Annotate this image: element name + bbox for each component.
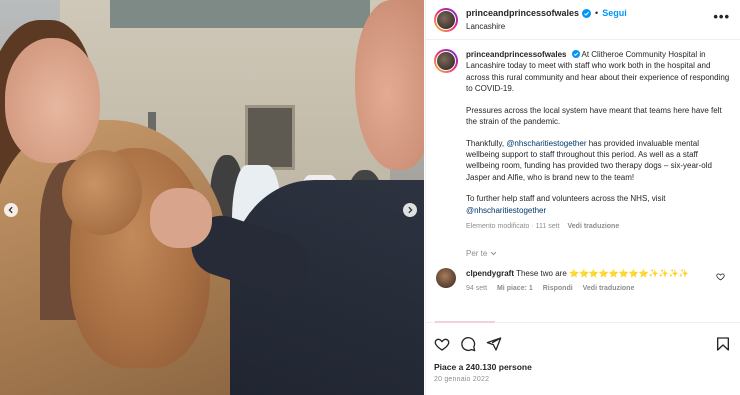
- post-date[interactable]: 20 gennaio 2022: [434, 376, 733, 383]
- post-actions: Piace a 240.130 persone 20 gennaio 2022: [426, 322, 740, 383]
- caption-paragraph-3-start: Thankfully,: [466, 138, 507, 148]
- commenter-username[interactable]: clpendygraft: [466, 269, 514, 278]
- photo-man-hand: [150, 188, 212, 248]
- carousel-prev-button[interactable]: [4, 203, 18, 217]
- caption-author-avatar[interactable]: [434, 49, 458, 73]
- reply-button[interactable]: Rispondi: [543, 285, 573, 292]
- caption-meta: Elemento modificato · 111 sett Vedi trad…: [466, 221, 731, 232]
- caption-username[interactable]: princeandprincessofwales: [466, 50, 566, 59]
- post-header: princeandprincessofwales • Segui Lancash…: [426, 0, 740, 40]
- chevron-left-icon: [8, 206, 13, 214]
- caption-age[interactable]: 111 sett: [536, 223, 560, 230]
- like-comment-icon[interactable]: [716, 272, 725, 281]
- verified-badge-icon: [582, 8, 592, 18]
- commenter-avatar[interactable]: [436, 267, 456, 288]
- caption: princeandprincessofwales At Clitheroe Co…: [434, 49, 733, 232]
- comment-age[interactable]: 94 sett: [466, 285, 487, 292]
- author-avatar[interactable]: [434, 7, 458, 32]
- heart-icon[interactable]: [434, 336, 450, 352]
- carousel-next-button[interactable]: [403, 203, 417, 217]
- share-icon[interactable]: [486, 336, 502, 352]
- comment-text: These two are ⭐⭐⭐⭐⭐⭐⭐⭐✨✨✨✨: [516, 268, 689, 278]
- post-location[interactable]: Lancashire: [466, 20, 627, 33]
- post-side-panel: princeandprincessofwales • Segui Lancash…: [425, 0, 740, 395]
- chevron-right-icon: [408, 206, 413, 214]
- for-you-toggle[interactable]: Per te: [466, 249, 733, 258]
- post-photo: [0, 0, 424, 395]
- comment-item: clpendygraft These two are ⭐⭐⭐⭐⭐⭐⭐⭐✨✨✨✨ …: [434, 267, 733, 294]
- chevron-down-icon: [491, 251, 497, 256]
- comment-icon[interactable]: [460, 336, 476, 352]
- caption-paragraph-4: To further help staff and volunteers acr…: [466, 194, 666, 204]
- meta-separator: ·: [531, 222, 534, 230]
- author-username[interactable]: princeandprincessofwales: [466, 7, 579, 20]
- see-translation-link[interactable]: Vedi traduzione: [583, 285, 635, 292]
- photo-woman-face: [5, 38, 100, 163]
- mention-link[interactable]: @nhscharitiestogether: [506, 139, 586, 148]
- photo-dog-head: [62, 150, 142, 235]
- scroll-fade-indicator: [435, 321, 495, 323]
- header-separator: •: [595, 7, 599, 18]
- bookmark-icon[interactable]: [715, 336, 731, 352]
- more-options-button[interactable]: •••: [713, 10, 730, 23]
- caption-paragraph-2: Pressures across the local system have m…: [466, 105, 722, 126]
- likes-count[interactable]: Piace a 240.130 persone: [434, 362, 733, 372]
- follow-button[interactable]: Segui: [602, 7, 627, 20]
- verified-badge-icon: [571, 50, 580, 58]
- see-translation-link[interactable]: Vedi traduzione: [568, 223, 620, 230]
- for-you-label: Per te: [466, 248, 488, 258]
- comment-likes[interactable]: Mi piace: 1: [497, 285, 533, 292]
- edited-label: Elemento modificato: [466, 222, 530, 230]
- mention-link[interactable]: @nhscharitiestogether: [466, 206, 546, 215]
- comments-scroll-area[interactable]: princeandprincessofwales At Clitheroe Co…: [426, 41, 740, 321]
